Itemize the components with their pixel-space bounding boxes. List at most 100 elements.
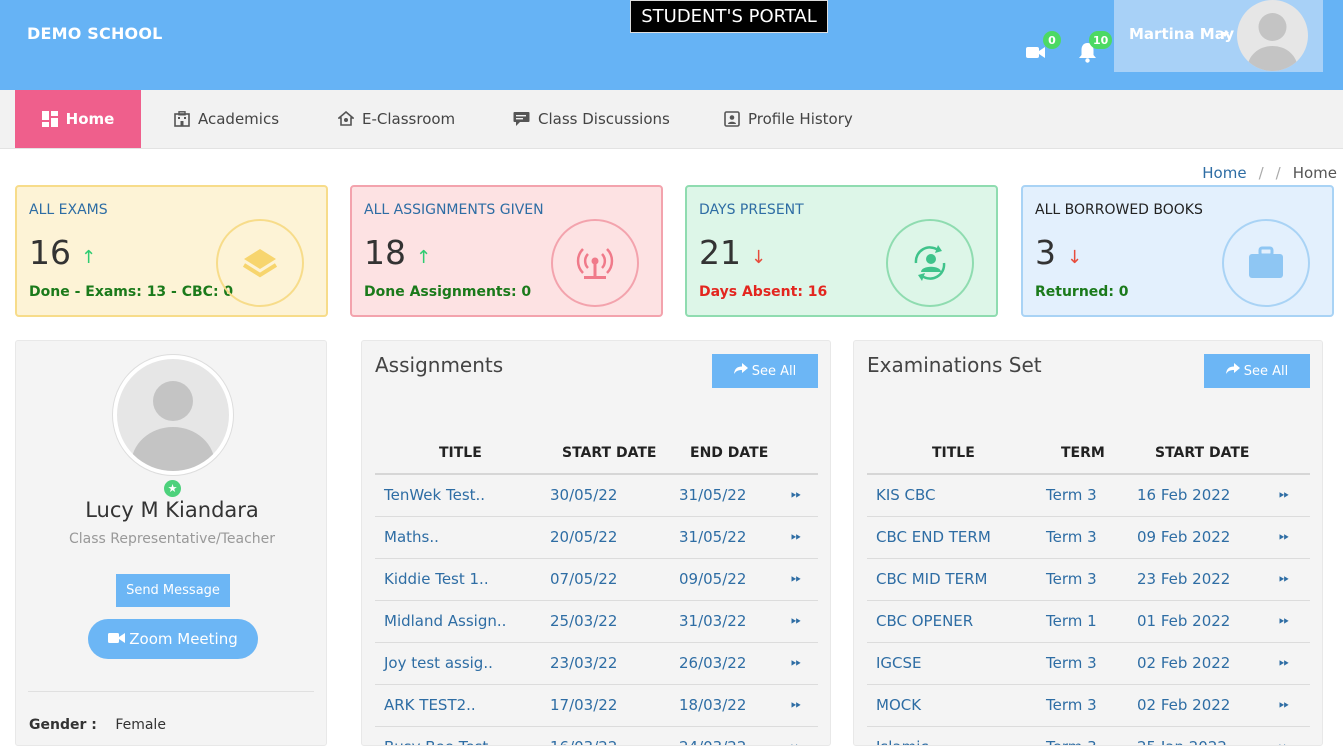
school-name[interactable]: DEMO SCHOOL bbox=[27, 24, 163, 43]
table-row[interactable]: KIS CBC Term 3 16 Feb 2022 ⏩︎ bbox=[867, 475, 1310, 517]
exams-table: TITLE TERM START DATE KIS CBC Term 3 16 … bbox=[867, 435, 1310, 745]
user-menu[interactable]: Martina May bbox=[1114, 0, 1323, 72]
cell-title[interactable]: KIS CBC bbox=[876, 486, 936, 504]
cell-title[interactable]: CBC END TERM bbox=[876, 528, 991, 546]
stat-card-borrowed-books[interactable]: ALL BORROWED BOOKS 3 ↓ Returned: 0 bbox=[1021, 185, 1334, 317]
zoom-meeting-label: Zoom Meeting bbox=[129, 630, 238, 648]
nav-home[interactable]: Home bbox=[15, 90, 141, 148]
forward-icon[interactable]: ⏩︎ bbox=[791, 487, 801, 502]
table-row[interactable]: Maths.. 20/05/22 31/05/22 ⏩︎ bbox=[375, 517, 818, 559]
table-row[interactable]: CBC OPENER Term 1 01 Feb 2022 ⏩︎ bbox=[867, 601, 1310, 643]
cell-start: 23 Feb 2022 bbox=[1137, 570, 1231, 588]
cell-title[interactable]: TenWek Test.. bbox=[384, 486, 485, 504]
table-row[interactable]: MOCK Term 3 02 Feb 2022 ⏩︎ bbox=[867, 685, 1310, 727]
cell-title[interactable]: Islamic bbox=[876, 738, 929, 745]
column-header: START DATE bbox=[562, 445, 657, 461]
nav-academics[interactable]: Academics bbox=[174, 90, 279, 148]
cell-start: 16 Feb 2022 bbox=[1137, 486, 1231, 504]
cell-title[interactable]: ARK TEST2.. bbox=[384, 696, 476, 714]
column-header: TITLE bbox=[439, 445, 482, 461]
forward-icon[interactable]: ⏩︎ bbox=[791, 655, 801, 670]
cell-end: 24/03/22 bbox=[679, 738, 746, 745]
forward-icon[interactable]: ⏩︎ bbox=[791, 613, 801, 628]
cell-title[interactable]: Joy test assig.. bbox=[384, 654, 493, 672]
nav-e-classroom-label: E-Classroom bbox=[362, 110, 456, 128]
table-row[interactable]: Kiddie Test 1.. 07/05/22 09/05/22 ⏩︎ bbox=[375, 559, 818, 601]
table-row[interactable]: CBC MID TERM Term 3 23 Feb 2022 ⏩︎ bbox=[867, 559, 1310, 601]
forward-icon[interactable]: ⏩︎ bbox=[1279, 739, 1289, 745]
caret-down-icon[interactable] bbox=[1221, 32, 1229, 37]
cell-start: 17/03/22 bbox=[550, 696, 618, 714]
cell-title[interactable]: Maths.. bbox=[384, 528, 439, 546]
breadcrumb-home-link[interactable]: Home bbox=[1202, 164, 1246, 182]
forward-icon[interactable]: ⏩︎ bbox=[1279, 655, 1289, 670]
forward-icon[interactable]: ⏩︎ bbox=[1279, 613, 1289, 628]
profile-name: Lucy M Kiandara bbox=[85, 498, 259, 522]
nav-e-classroom[interactable]: E-Classroom bbox=[338, 90, 455, 148]
gender-value: Female bbox=[115, 717, 166, 733]
stat-value: 3 bbox=[1035, 233, 1056, 272]
send-message-button[interactable]: Send Message bbox=[116, 574, 230, 607]
cell-term: Term 3 bbox=[1046, 696, 1097, 714]
cell-term: Term 3 bbox=[1046, 528, 1097, 546]
table-row[interactable]: Midland Assign.. 25/03/22 31/03/22 ⏩︎ bbox=[375, 601, 818, 643]
stat-title: ALL ASSIGNMENTS GIVEN bbox=[364, 202, 544, 218]
see-all-exams-button[interactable]: See All bbox=[1204, 354, 1310, 388]
table-row[interactable]: Islamic Term 3 25 Jan 2022 ⏩︎ bbox=[867, 727, 1310, 745]
cell-title[interactable]: Midland Assign.. bbox=[384, 612, 506, 630]
cell-title[interactable]: Kiddie Test 1.. bbox=[384, 570, 489, 588]
forward-icon[interactable]: ⏩︎ bbox=[1279, 487, 1289, 502]
share-icon bbox=[1225, 363, 1240, 379]
cell-start: 01 Feb 2022 bbox=[1137, 612, 1231, 630]
cell-title[interactable]: CBC OPENER bbox=[876, 612, 973, 630]
user-avatar[interactable] bbox=[1237, 0, 1308, 71]
stat-card-exams[interactable]: ALL EXAMS 16 ↑ Done - Exams: 13 - CBC: 0 bbox=[15, 185, 328, 317]
table-row[interactable]: Busy Bee Test.. 16/03/22 24/03/22 ⏩︎ bbox=[375, 727, 818, 745]
nav-profile-history-label: Profile History bbox=[748, 110, 853, 128]
profile-avatar bbox=[113, 355, 233, 475]
zoom-meeting-button[interactable]: Zoom Meeting bbox=[88, 619, 258, 659]
cell-title[interactable]: MOCK bbox=[876, 696, 921, 714]
stat-title: ALL BORROWED BOOKS bbox=[1035, 202, 1203, 218]
forward-icon[interactable]: ⏩︎ bbox=[1279, 571, 1289, 586]
column-header: START DATE bbox=[1155, 445, 1250, 461]
table-row[interactable]: ARK TEST2.. 17/03/22 18/03/22 ⏩︎ bbox=[375, 685, 818, 727]
table-header: TITLE TERM START DATE bbox=[867, 435, 1310, 475]
cell-start: 30/05/22 bbox=[550, 486, 618, 504]
cell-title[interactable]: Busy Bee Test.. bbox=[384, 738, 498, 745]
forward-icon[interactable]: ⏩︎ bbox=[791, 739, 801, 745]
panel-title: Assignments bbox=[375, 353, 504, 377]
see-all-assignments-button[interactable]: See All bbox=[712, 354, 818, 388]
forward-icon[interactable]: ⏩︎ bbox=[791, 529, 801, 544]
cell-start: 25/03/22 bbox=[550, 612, 618, 630]
cell-start: 07/05/22 bbox=[550, 570, 618, 588]
nav-profile-history[interactable]: Profile History bbox=[724, 90, 853, 148]
building-icon bbox=[174, 111, 190, 127]
nav-class-discussions[interactable]: Class Discussions bbox=[513, 90, 670, 148]
cell-end: 31/05/22 bbox=[679, 528, 747, 546]
panel-title: Examinations Set bbox=[867, 353, 1042, 377]
table-row[interactable]: CBC END TERM Term 3 09 Feb 2022 ⏩︎ bbox=[867, 517, 1310, 559]
forward-icon[interactable]: ⏩︎ bbox=[791, 571, 801, 586]
cell-title[interactable]: IGCSE bbox=[876, 654, 922, 672]
forward-icon[interactable]: ⏩︎ bbox=[1279, 529, 1289, 544]
table-header: TITLE START DATE END DATE bbox=[375, 435, 818, 475]
forward-icon[interactable]: ⏩︎ bbox=[1279, 697, 1289, 712]
cell-start: 16/03/22 bbox=[550, 738, 617, 745]
arrow-down-icon: ↓ bbox=[751, 247, 767, 268]
table-row[interactable]: Joy test assig.. 23/03/22 26/03/22 ⏩︎ bbox=[375, 643, 818, 685]
table-row[interactable]: IGCSE Term 3 02 Feb 2022 ⏩︎ bbox=[867, 643, 1310, 685]
assignments-panel: Assignments See All TITLE START DATE END… bbox=[361, 340, 831, 746]
stat-card-days-present[interactable]: DAYS PRESENT 21 ↓ Days Absent: 16 bbox=[685, 185, 998, 317]
nav-class-discussions-label: Class Discussions bbox=[538, 110, 670, 128]
divider bbox=[28, 691, 314, 692]
user-name[interactable]: Martina May bbox=[1129, 25, 1234, 43]
forward-icon[interactable]: ⏩︎ bbox=[791, 697, 801, 712]
stat-card-assignments[interactable]: ALL ASSIGNMENTS GIVEN 18 ↑ Done Assignme… bbox=[350, 185, 663, 317]
stat-subtext: Done - Exams: 13 - CBC: 0 bbox=[29, 284, 234, 300]
stat-value: 16 bbox=[29, 233, 71, 272]
table-row[interactable]: TenWek Test.. 30/05/22 31/05/22 ⏩︎ bbox=[375, 475, 818, 517]
video-camera-icon[interactable] bbox=[1026, 45, 1046, 64]
cell-title[interactable]: CBC MID TERM bbox=[876, 570, 987, 588]
breadcrumb: Home / / Home bbox=[1202, 164, 1337, 182]
